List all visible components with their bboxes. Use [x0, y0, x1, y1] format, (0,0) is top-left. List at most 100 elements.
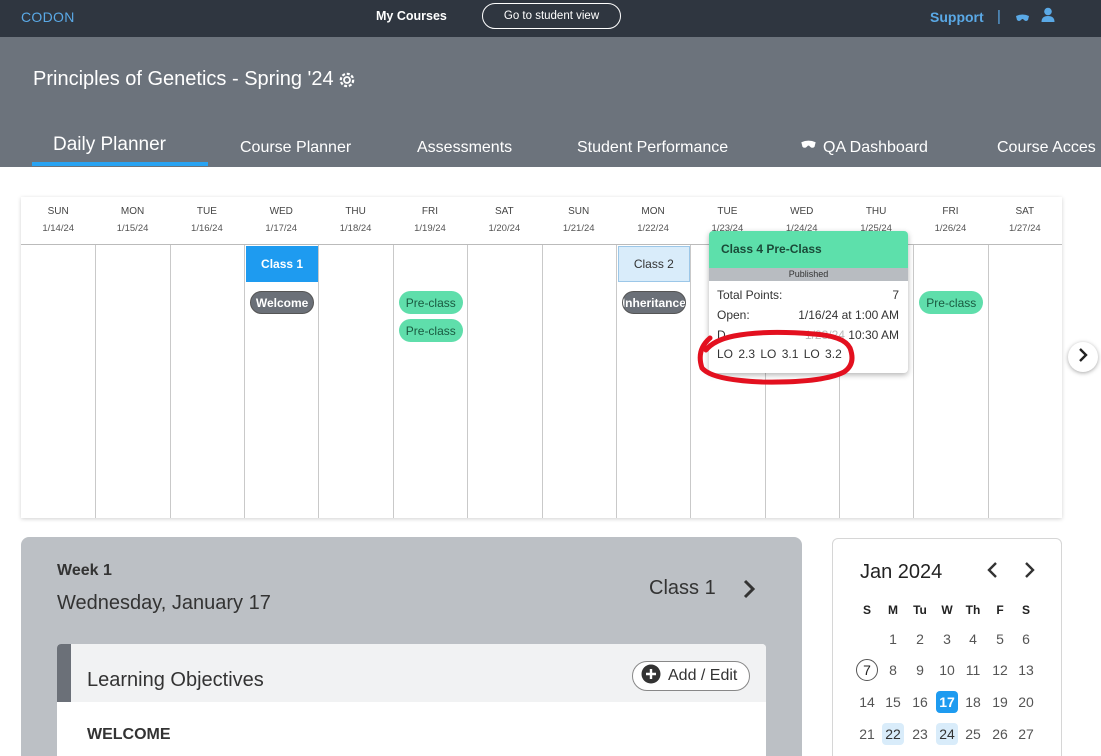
tab-daily-planner[interactable]: Daily Planner — [53, 134, 166, 156]
divider: | — [997, 8, 1001, 25]
course-title: Principles of Genetics - Spring '24 — [33, 68, 334, 90]
add-edit-label: Add / Edit — [668, 667, 738, 684]
day-cell[interactable] — [467, 245, 541, 518]
top-navbar: CODON My Courses Go to student view Supp… — [0, 0, 1101, 37]
day-cell[interactable] — [21, 245, 95, 518]
day-name: WED — [790, 206, 814, 217]
calendar-day[interactable]: 4 — [962, 628, 984, 650]
preclass-pill[interactable]: Pre-class — [919, 291, 984, 314]
calendar-day[interactable]: 2 — [909, 628, 931, 650]
calendar-day[interactable]: 20 — [1015, 691, 1037, 713]
chevron-right-icon[interactable] — [1023, 561, 1037, 584]
gear-icon[interactable] — [337, 70, 357, 95]
class-2-block[interactable]: Class 2 — [617, 246, 690, 282]
class-link[interactable]: Class 1 — [649, 577, 716, 600]
day-name: SUN — [47, 206, 69, 217]
card-title: Learning Objectives — [87, 669, 264, 691]
calendar-day[interactable]: 14 — [856, 691, 878, 713]
next-week-button[interactable] — [1068, 342, 1098, 372]
day-name: MON — [641, 206, 665, 217]
calendar-day-selected[interactable]: 17 — [936, 691, 958, 713]
day-cell[interactable]: Class 2 Inheritance — [615, 245, 690, 518]
day-name: SAT — [494, 206, 514, 217]
tab-course-access[interactable]: Course Acces — [997, 139, 1096, 157]
user-icon[interactable] — [1041, 7, 1055, 28]
weekday-header: S — [1021, 603, 1030, 617]
preclass-pill[interactable]: Pre-class — [398, 319, 463, 342]
day-column: SUN 1/14/24 — [21, 197, 95, 518]
inheritance-pill[interactable]: Inheritance — [621, 291, 686, 314]
my-courses-link[interactable]: My Courses — [376, 9, 447, 23]
chevron-right-icon — [1077, 347, 1089, 367]
day-date: 1/15/24 — [116, 223, 149, 234]
calendar-day[interactable]: 9 — [909, 659, 931, 681]
open-value: 1/16/24 at 1:00 AM — [798, 308, 899, 322]
day-date: 1/22/24 — [637, 223, 669, 234]
day-date: 1/20/24 — [488, 223, 521, 234]
tab-student-performance[interactable]: Student Performance — [577, 139, 728, 157]
day-cell[interactable]: Pre-class — [913, 245, 987, 518]
brand-logo[interactable]: CODON — [21, 9, 75, 25]
day-column: MON 1/22/24 Class 2 Inheritance — [615, 197, 690, 518]
day-cell[interactable] — [987, 245, 1062, 518]
calendar-day[interactable]: 27 — [1015, 723, 1037, 745]
calendar-day-today[interactable]: 7 — [856, 659, 878, 681]
calendar-day[interactable]: 18 — [962, 691, 984, 713]
day-column: THU 1/18/24 — [318, 197, 392, 518]
calendar-day[interactable]: 16 — [909, 691, 931, 713]
day-cell[interactable] — [318, 245, 392, 518]
calendar-day[interactable]: 5 — [989, 628, 1011, 650]
calendar-day[interactable]: 6 — [1015, 628, 1037, 650]
tab-qa-dashboard[interactable]: QA Dashboard — [800, 139, 928, 157]
weekday-header: S — [862, 603, 871, 617]
calendar-day[interactable]: 3 — [936, 628, 958, 650]
day-cell[interactable]: Class 1 Welcome — [244, 245, 319, 518]
learning-objective-heading: WELCOME — [87, 726, 171, 743]
calendar-day[interactable]: 8 — [882, 659, 904, 681]
calendar-day[interactable]: 25 — [962, 723, 984, 745]
day-cell[interactable] — [541, 245, 616, 518]
calendar-day[interactable]: 1 — [882, 628, 904, 650]
incognito-mask-icon[interactable] — [1015, 10, 1030, 28]
calendar-day[interactable]: 26 — [989, 723, 1011, 745]
calendar-day[interactable]: 12 — [989, 659, 1011, 681]
day-date: 1/17/24 — [265, 223, 298, 234]
day-name: FRI — [421, 206, 439, 217]
day-date: 1/18/24 — [339, 223, 372, 234]
total-points-value: 7 — [892, 288, 899, 302]
welcome-pill[interactable]: Welcome — [250, 291, 315, 314]
add-edit-button[interactable]: Add / Edit — [632, 661, 750, 691]
chevron-right-icon[interactable] — [742, 579, 756, 604]
calendar-day[interactable]: 15 — [882, 691, 904, 713]
learning-objectives-card: Learning Objectives Add / Edit WELCOME — [57, 644, 766, 756]
calendar-month-title: Jan 2024 — [860, 561, 943, 583]
calendar-day[interactable]: 23 — [909, 723, 931, 745]
day-name: WED — [269, 206, 293, 217]
day-date: 1/21/24 — [562, 223, 595, 234]
day-cell[interactable]: Pre-class Pre-class — [392, 245, 467, 518]
calendar-day-class[interactable]: 22 — [882, 723, 904, 745]
tab-course-planner[interactable]: Course Planner — [240, 139, 351, 157]
class-1-block[interactable]: Class 1 — [246, 246, 319, 282]
student-view-button[interactable]: Go to student view — [482, 3, 621, 29]
mini-calendar: Jan 2024 S M Tu W Th F S 1 2 3 4 5 6 7 8… — [832, 538, 1062, 756]
calendar-day[interactable]: 11 — [962, 659, 984, 681]
incognito-mask-icon — [800, 137, 817, 155]
course-header: Principles of Genetics - Spring '24 Dail… — [0, 37, 1101, 167]
day-cell[interactable] — [169, 245, 244, 518]
calendar-day[interactable]: 13 — [1015, 659, 1037, 681]
tab-assessments[interactable]: Assessments — [417, 139, 512, 157]
weekday-header: Th — [965, 603, 981, 617]
calendar-day[interactable]: 21 — [856, 723, 878, 745]
calendar-day-class[interactable]: 24 — [936, 723, 958, 745]
calendar-day[interactable]: 10 — [936, 659, 958, 681]
day-date: 1/27/24 — [1008, 223, 1041, 234]
day-cell[interactable] — [95, 245, 169, 518]
day-name: MON — [120, 206, 145, 217]
preclass-pill[interactable]: Pre-class — [398, 291, 463, 314]
day-name: THU — [345, 206, 366, 217]
day-name: FRI — [942, 206, 959, 217]
support-link[interactable]: Support — [930, 9, 984, 25]
calendar-day[interactable]: 19 — [989, 691, 1011, 713]
chevron-left-icon[interactable] — [985, 561, 999, 584]
